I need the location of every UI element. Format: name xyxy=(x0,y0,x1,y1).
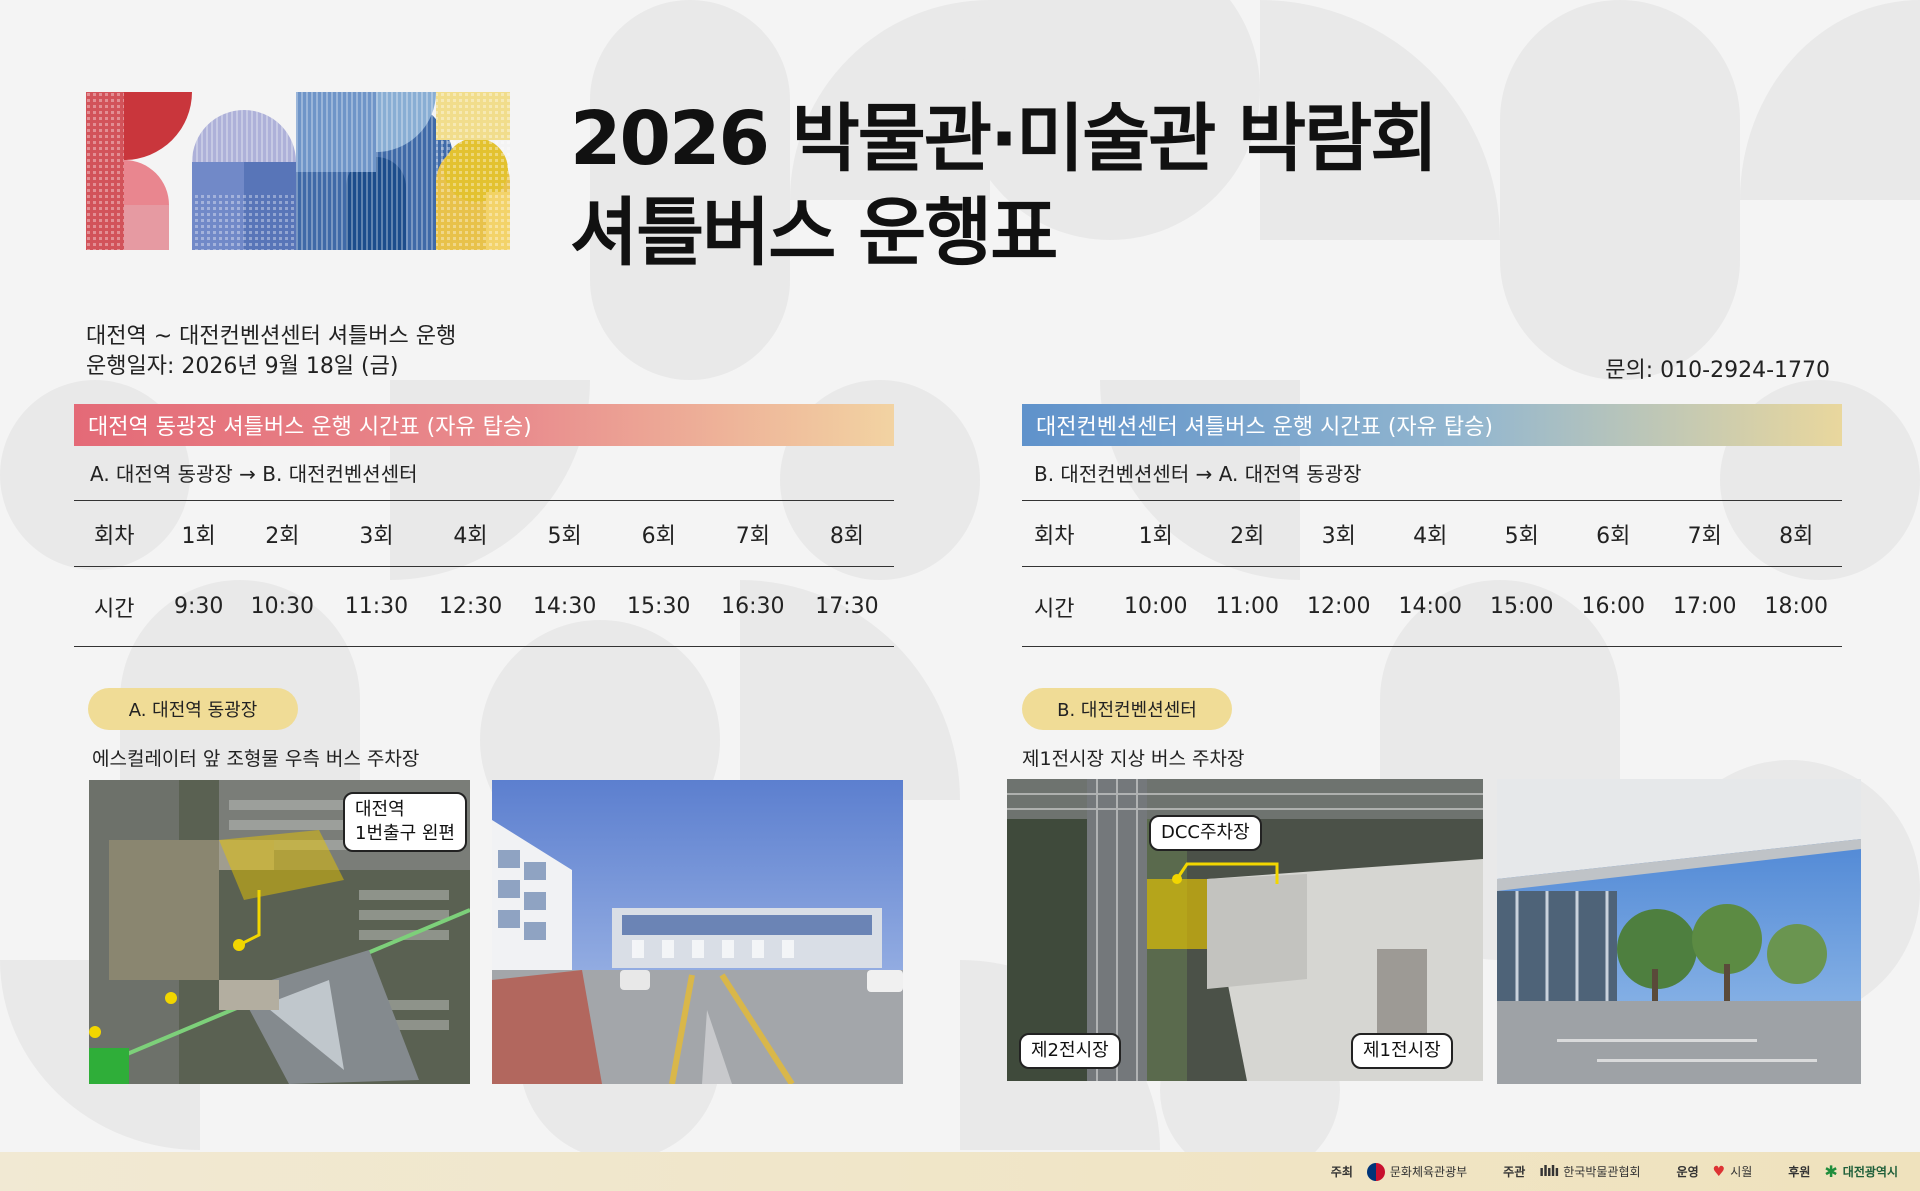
run-header-label: 회차 xyxy=(74,500,162,567)
run-cell: 3회 xyxy=(329,500,424,567)
time-cell: 15:30 xyxy=(611,566,706,647)
run-cell: 7회 xyxy=(1659,500,1751,567)
service-info: 대전역 ~ 대전컨벤션센터 셔틀버스 운행 운행일자: 2026년 9월 18일… xyxy=(86,322,456,382)
right-map-image: DCC주차장 제2전시장 제1전시장 xyxy=(1007,779,1483,1081)
run-cell: 1회 xyxy=(1110,500,1202,567)
right-stop-badge: B. 대전컨벤션센터 xyxy=(1022,688,1232,730)
time-cell: 12:30 xyxy=(423,566,518,647)
right-stop-description: 제1전시장 지상 버스 주차장 xyxy=(1022,748,1245,770)
run-cell: 4회 xyxy=(1384,500,1476,567)
right-convention-photo xyxy=(1497,779,1861,1084)
table-row: 회차 1회 2회 3회 4회 5회 6회 7회 8회 xyxy=(74,500,894,567)
run-cell: 7회 xyxy=(705,500,800,567)
time-cell: 10:00 xyxy=(1110,566,1202,647)
left-stop-description: 에스컬레이터 앞 조형물 우측 버스 주차장 xyxy=(92,748,420,770)
host-name: 문화체육관광부 xyxy=(1389,1165,1468,1179)
operator-org: ♥ 시월 xyxy=(1713,1163,1753,1180)
run-cell: 5회 xyxy=(1476,500,1568,567)
run-cell: 5회 xyxy=(517,500,612,567)
table-row: 시간 9:30 10:30 11:30 12:30 14:30 15:30 16… xyxy=(74,566,894,647)
left-timetable: 회차 1회 2회 3회 4회 5회 6회 7회 8회 시간 9:30 10:30… xyxy=(74,500,894,647)
run-header-label: 회차 xyxy=(1022,500,1110,567)
sponsor-org: ✱ 대전광역시 xyxy=(1824,1162,1898,1181)
organizer-label: 주관 xyxy=(1503,1165,1526,1179)
hall2-callout: 제2전시장 xyxy=(1019,1033,1121,1069)
callout-line-2: 1번출구 왼편 xyxy=(355,823,455,844)
title-line-1: 2026 박물관·미술관 박람회 xyxy=(570,96,1438,182)
operator-label: 운영 xyxy=(1676,1165,1699,1179)
run-cell: 6회 xyxy=(611,500,706,567)
time-cell: 17:00 xyxy=(1659,566,1751,647)
time-cell: 18:00 xyxy=(1750,566,1842,647)
run-cell: 8회 xyxy=(799,500,894,567)
time-cell: 12:00 xyxy=(1293,566,1385,647)
operator-name: 시월 xyxy=(1730,1165,1753,1179)
table-row: 시간 10:00 11:00 12:00 14:00 15:00 16:00 1… xyxy=(1022,566,1842,647)
run-cell: 2회 xyxy=(235,500,330,567)
time-cell: 14:00 xyxy=(1384,566,1476,647)
run-cell: 2회 xyxy=(1201,500,1293,567)
time-cell: 17:30 xyxy=(799,566,894,647)
left-map-image: 대전역 1번출구 왼편 xyxy=(89,780,470,1084)
museum-association-logo-icon: ılılı xyxy=(1539,1163,1559,1180)
left-stop-badge: A. 대전역 동광장 xyxy=(88,688,298,730)
time-cell: 15:00 xyxy=(1476,566,1568,647)
service-route-text: 대전역 ~ 대전컨벤션센터 셔틀버스 운행 xyxy=(86,324,457,349)
right-timetable: 회차 1회 2회 3회 4회 5회 6회 7회 8회 시간 10:00 11:0… xyxy=(1022,500,1842,647)
time-header-label: 시간 xyxy=(74,566,162,647)
expo-logo xyxy=(86,92,510,250)
title-line-2: 셔틀버스 운행표 xyxy=(570,190,1058,276)
host-org: 문화체육관광부 xyxy=(1366,1162,1468,1181)
time-cell: 9:30 xyxy=(162,566,236,647)
left-schedule-banner: 대전역 동광장 셔틀버스 운행 시간표 (자유 탑승) xyxy=(74,404,894,446)
time-cell: 11:00 xyxy=(1201,566,1293,647)
footer-bar: 주최 문화체육관광부 주관 ılılı 한국박물관협회 운영 ♥ 시월 후원 ✱… xyxy=(0,1152,1920,1191)
service-date-text: 운행일자: 2026년 9월 18일 (금) xyxy=(86,354,399,379)
hall1-callout: 제1전시장 xyxy=(1351,1033,1453,1069)
time-cell: 14:30 xyxy=(517,566,612,647)
operator-logo-icon: ♥ xyxy=(1712,1163,1726,1180)
ministry-logo-icon xyxy=(1366,1162,1385,1181)
parking-callout: DCC주차장 xyxy=(1149,815,1262,851)
left-route-label: A. 대전역 동광장 → B. 대전컨벤션센터 xyxy=(90,462,418,486)
left-map-callout: 대전역 1번출구 왼편 xyxy=(343,792,467,852)
contact-text: 문의: 010-2924-1770 xyxy=(1605,358,1830,383)
run-cell: 1회 xyxy=(162,500,236,567)
run-cell: 3회 xyxy=(1293,500,1385,567)
page-title: 2026 박물관·미술관 박람회 셔틀버스 운행표 xyxy=(570,92,1438,280)
run-cell: 6회 xyxy=(1567,500,1659,567)
organizer-org: ılılı 한국박물관협회 xyxy=(1539,1163,1640,1180)
time-cell: 16:30 xyxy=(705,566,800,647)
time-cell: 16:00 xyxy=(1567,566,1659,647)
table-row: 회차 1회 2회 3회 4회 5회 6회 7회 8회 xyxy=(1022,500,1842,567)
time-header-label: 시간 xyxy=(1022,566,1110,647)
sponsor-name: 대전광역시 xyxy=(1842,1165,1898,1179)
time-cell: 11:30 xyxy=(329,566,424,647)
run-cell: 8회 xyxy=(1750,500,1842,567)
sponsor-label: 후원 xyxy=(1788,1165,1811,1179)
host-label: 주최 xyxy=(1330,1165,1353,1179)
organizer-name: 한국박물관협회 xyxy=(1563,1165,1641,1179)
daejeon-logo-icon: ✱ xyxy=(1824,1162,1838,1181)
run-cell: 4회 xyxy=(423,500,518,567)
callout-line-1: 대전역 xyxy=(355,799,405,820)
right-route-label: B. 대전컨벤션센터 → A. 대전역 동광장 xyxy=(1034,462,1362,486)
time-cell: 10:30 xyxy=(235,566,330,647)
left-station-photo xyxy=(492,780,903,1084)
right-schedule-banner: 대전컨벤션센터 셔틀버스 운행 시간표 (자유 탑승) xyxy=(1022,404,1842,446)
